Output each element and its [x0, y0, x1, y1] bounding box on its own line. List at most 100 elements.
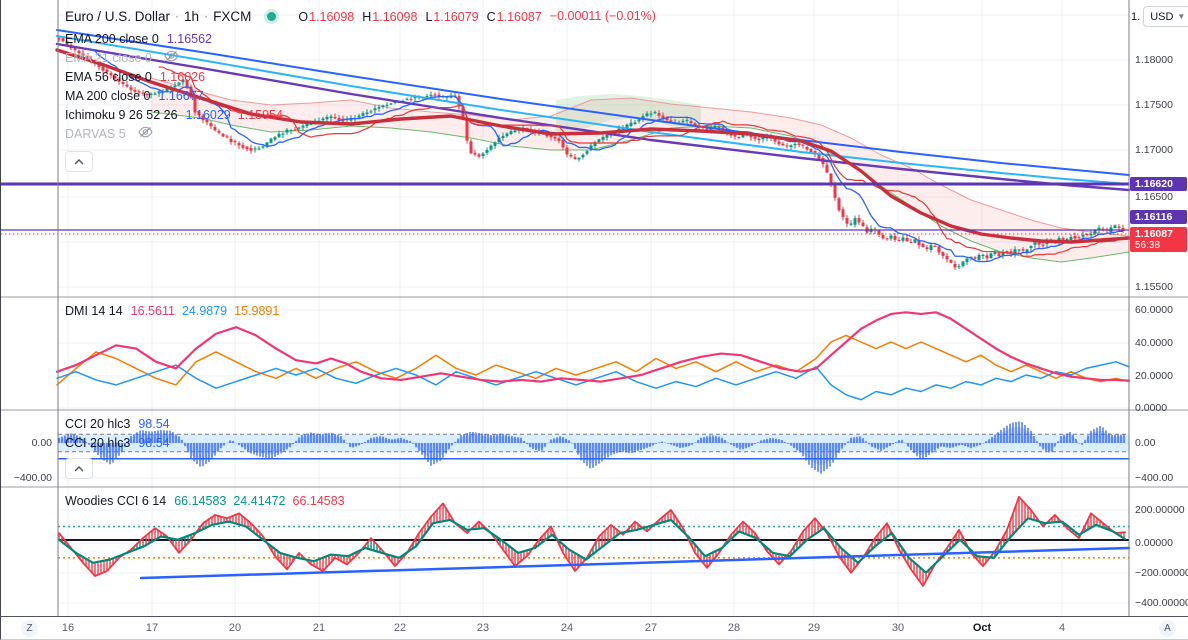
time-tick-label: 17 — [145, 622, 159, 634]
main-indicator-row[interactable]: DARVAS 5 — [65, 124, 290, 143]
price-change: −0.00011 (−0.01%) — [549, 9, 656, 23]
indicator-value: 16.5611 — [130, 303, 175, 318]
axis-tick-label: 20.0000 — [1135, 370, 1173, 382]
axis-tick-label: 1.17500 — [1135, 99, 1173, 111]
right-price-scale[interactable]: 1.18000 1.17500 1.17000 1.16500 1.15500 60.00… — [1130, 0, 1188, 616]
axis-tick-label: 0.00 — [31, 437, 52, 449]
symbol-title[interactable]: Euro / U.S. Dollar — [65, 9, 170, 24]
indicator-value: 15.9891 — [234, 303, 280, 318]
cci-indicator-row[interactable]: CCI 20 hlc3 98.54 — [65, 433, 177, 452]
axis-tick-label: 1.16500 — [1135, 191, 1173, 203]
ohlc-key: C — [486, 9, 496, 24]
cci-indicator-row[interactable]: CCI 20 hlc3 98.54 — [65, 414, 177, 433]
axis-tick-label: 200.00000 — [1135, 504, 1185, 516]
ohlc-key: H — [362, 9, 372, 24]
time-tick-label: 16 — [61, 622, 75, 634]
indicator-label: Ichimoku 9 26 52 26 — [65, 107, 178, 122]
indicator-label: EMA 21 close 0 — [65, 50, 152, 65]
price-label: 1.16116 — [1130, 210, 1187, 224]
time-tick-label: 28 — [727, 622, 741, 634]
woodies-indicator-row[interactable]: Woodies CCI 6 14 66.14583 24.41472 66.14583 — [65, 491, 352, 510]
zoom-out-button[interactable]: Z — [21, 620, 38, 637]
indicator-label: DARVAS 5 — [65, 126, 126, 141]
main-indicator-row[interactable]: EMA 200 close 0 1.16562 — [65, 29, 290, 48]
price-label: 1.16087 56:38 — [1130, 227, 1187, 252]
axis-tick-label: −400.00000 — [1135, 597, 1188, 609]
collapse-pane-button[interactable] — [65, 151, 93, 172]
axis-tick-label: 0.00000 — [1135, 537, 1173, 549]
visibility-off-icon[interactable] — [134, 126, 153, 141]
axis-tick-label: 1.17000 — [1135, 144, 1173, 156]
indicator-value: 66.14583 — [174, 493, 227, 508]
ohlc-values: O1.16098 H1.16098 L1.16079 C1.16087 — [290, 9, 542, 24]
dmi-indicator-row[interactable]: DMI 14 14 16.5611 24.9879 15.9891 — [65, 301, 286, 320]
indicator-value: 24.9879 — [181, 303, 228, 318]
indicator-value: 1.16677 — [158, 88, 204, 103]
trading-chart-window: Euro / U.S. Dollar · 1h · FXCM O1.16098 H… — [0, 0, 1188, 640]
ohlc-key: O — [298, 9, 309, 24]
currency-dropdown[interactable]: USD ▼ — [1143, 6, 1188, 27]
dmi-pane-legend: DMI 14 14 16.5611 24.9879 15.9891 — [65, 301, 286, 320]
time-tick-label: 20 — [228, 622, 242, 634]
main-indicator-row[interactable]: EMA 56 close 0 1.16026 — [65, 67, 290, 86]
auto-scale-button[interactable]: A — [1159, 620, 1176, 637]
indicator-value: 98.54 — [138, 435, 170, 450]
ohlc-value: 1.16098 — [309, 9, 355, 24]
indicator-value: 24.41472 — [233, 493, 286, 508]
indicator-label: MA 200 close 0 — [65, 88, 151, 103]
woodies-pane-legend: Woodies CCI 6 14 66.14583 24.41472 66.14583 — [65, 491, 352, 510]
indicator-value: 1.16029 — [185, 107, 231, 122]
bar-countdown: 56:38 — [1135, 240, 1161, 251]
ohlc-value: 1.16098 — [372, 9, 418, 24]
separator-dot: · — [204, 9, 209, 23]
time-tick-label: 27 — [644, 622, 658, 634]
axis-tick-label: 1.18000 — [1135, 54, 1173, 66]
chevron-down-icon: ▼ — [1177, 12, 1186, 21]
axis-tick-label: 40.0000 — [1135, 337, 1173, 349]
visibility-off-icon[interactable] — [160, 50, 179, 65]
axis-tick-label: 1.15500 — [1135, 281, 1173, 293]
exchange-label[interactable]: FXCM — [213, 9, 251, 24]
indicator-value: 1.16026 — [159, 69, 206, 84]
indicator-label: DMI 14 14 — [65, 303, 123, 318]
time-tick-label: Oct — [972, 622, 992, 634]
separator-dot: · — [175, 9, 180, 23]
currency-label: USD — [1150, 10, 1174, 23]
indicator-value: 98.54 — [138, 416, 170, 431]
chevron-up-icon — [74, 465, 84, 471]
time-tick-label: 29 — [807, 622, 821, 634]
time-tick-label: 22 — [393, 622, 407, 634]
axis-tick-label: 0.00 — [1135, 437, 1156, 449]
main-pane-legend: EMA 200 close 0 1.16562 EMA 21 close 0 EMA … — [65, 29, 290, 143]
indicator-label: CCI 20 hlc3 — [65, 435, 131, 450]
time-tick-label: 30 — [891, 622, 905, 634]
main-indicator-row[interactable]: MA 200 close 0 1.16677 — [65, 86, 290, 105]
currency-selector-row: 1. USD ▼ — [1131, 6, 1188, 27]
time-tick-label: 21 — [312, 622, 326, 634]
indicator-label: CCI 20 hlc3 — [65, 416, 131, 431]
main-indicator-row[interactable]: Ichimoku 9 26 52 26 1.16029 1.15954 — [65, 105, 290, 124]
collapse-pane-button[interactable] — [65, 458, 93, 479]
symbol-header: Euro / U.S. Dollar · 1h · FXCM O1.16098 H… — [65, 6, 656, 26]
ohlc-key: L — [425, 9, 433, 24]
time-tick-label: 24 — [560, 622, 574, 634]
indicator-label: EMA 200 close 0 — [65, 31, 159, 46]
main-indicator-row[interactable]: EMA 21 close 0 — [65, 48, 290, 67]
ohlc-value: 1.16087 — [496, 9, 542, 24]
axis-tick-label: 60.0000 — [1135, 304, 1173, 316]
indicator-label: EMA 56 close 0 — [65, 69, 152, 84]
indicator-value: 1.16562 — [166, 31, 212, 46]
chevron-up-icon — [74, 158, 84, 164]
indicator-label: Woodies CCI 6 14 — [65, 493, 167, 508]
interval-label[interactable]: 1h — [184, 9, 199, 24]
axis-tick-label: −400.00 — [1135, 472, 1174, 484]
price-label: 1.16620 — [1130, 177, 1187, 191]
market-status-icon[interactable] — [267, 11, 277, 21]
axis-tick-label: 0.0000 — [1135, 402, 1168, 414]
indicator-value: 66.14583 — [292, 493, 345, 508]
time-axis[interactable]: Z A 16 17 20 21 22 23 24 27 28 29 30 Oct 4 — [1, 616, 1188, 639]
left-price-scale[interactable]: 0.00 −400.00 — [1, 0, 57, 616]
time-tick-label: 4 — [1058, 622, 1066, 634]
axis-tick-label: −200.00000 — [1135, 567, 1188, 579]
cci-pane-legend: CCI 20 hlc3 98.54 CCI 20 hlc3 98.54 — [65, 414, 177, 452]
